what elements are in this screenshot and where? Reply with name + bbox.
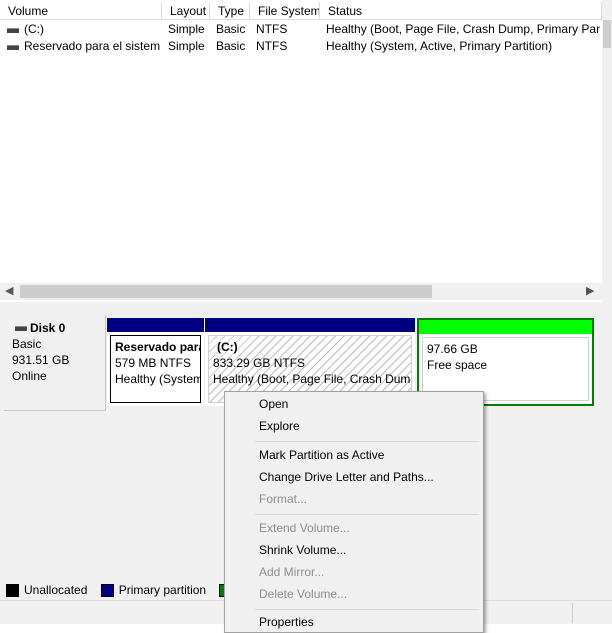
disk-type: Basic — [12, 337, 42, 351]
partition-name: (C:) — [217, 340, 238, 354]
partition-color-bar — [107, 318, 204, 332]
vertical-scrollbar[interactable] — [602, 0, 612, 302]
table-row[interactable]: Reservado para el sistema Simple Basic N… — [0, 38, 600, 55]
column-header-file-system[interactable]: File System — [250, 2, 320, 20]
column-header-volume[interactable]: Volume — [0, 2, 162, 20]
menu-item-explore[interactable]: Explore — [259, 419, 300, 433]
column-header-status[interactable]: Status — [320, 2, 602, 20]
partition-color-bar — [419, 320, 592, 334]
volume-drive-icon — [7, 28, 19, 33]
volume-file-system: NTFS — [256, 39, 288, 53]
volume-layout: Simple — [168, 22, 205, 36]
volume-file-system: NTFS — [256, 22, 288, 36]
menu-separator — [255, 441, 479, 442]
volume-type: Basic — [216, 22, 246, 36]
menu-item-add-mirror: Add Mirror... — [259, 565, 325, 579]
menu-item-extend-volume: Extend Volume... — [259, 521, 350, 535]
volume-name: Reservado para el sistema — [24, 39, 160, 53]
volume-layout: Simple — [168, 39, 205, 53]
partition-size: 579 MB NTFS — [115, 356, 192, 370]
disk-0-label[interactable]: Disk 0 Basic 931.51 GB Online — [4, 316, 106, 411]
partition-status: Free space — [427, 358, 488, 372]
table-row[interactable]: (C:) Simple Basic NTFS Healthy (Boot, Pa… — [0, 21, 600, 38]
volume-status: Healthy (Boot, Page File, Crash Dump, Pr… — [326, 22, 600, 36]
legend: Unallocated Primary partition E — [6, 582, 255, 598]
status-bar-separator — [572, 603, 573, 623]
legend-label: Primary partition — [118, 582, 207, 597]
vertical-scroll-thumb[interactable] — [603, 20, 611, 48]
legend-swatch — [6, 583, 19, 597]
horizontal-scrollbar[interactable]: ◀ ▶ — [0, 283, 602, 300]
partition-status: Healthy (System, Active, Primary Partiti… — [115, 372, 200, 386]
partition-size: 97.66 GB — [427, 342, 478, 356]
menu-separator — [255, 514, 479, 515]
menu-item-mark-active[interactable]: Mark Partition as Active — [259, 448, 384, 462]
partition-name: Reservado para el sistema — [115, 340, 200, 354]
partition-reserved[interactable]: Reservado para el sistema 579 MB NTFS He… — [107, 318, 204, 406]
menu-item-format: Format... — [259, 492, 308, 506]
column-header-layout[interactable]: Layout — [162, 2, 210, 20]
disk-size: 931.51 GB — [12, 353, 70, 367]
column-header-type[interactable]: Type — [210, 2, 250, 20]
legend-item-unallocated: Unallocated — [6, 583, 87, 597]
volume-type: Basic — [216, 39, 246, 53]
menu-item-change-drive-letter[interactable]: Change Drive Letter and Paths... — [259, 470, 434, 484]
scroll-thumb[interactable] — [20, 285, 432, 298]
context-menu: Open Explore Mark Partition as Active Ch… — [224, 391, 484, 633]
menu-item-open[interactable]: Open — [259, 397, 288, 411]
partition-status: Healthy (Boot, Page File, Crash Dump, Pr… — [213, 372, 411, 386]
volume-status: Healthy (System, Active, Primary Partiti… — [326, 39, 553, 53]
legend-swatch — [100, 583, 114, 597]
menu-item-properties[interactable]: Properties — [259, 615, 314, 629]
volume-drive-icon — [7, 45, 19, 50]
volume-list-pane: Volume Layout Type File System Status (C… — [0, 0, 602, 302]
menu-item-shrink-volume[interactable]: Shrink Volume... — [259, 543, 346, 557]
partition-body: Reservado para el sistema 579 MB NTFS He… — [110, 335, 201, 403]
legend-item-primary: Primary partition — [100, 582, 207, 597]
partition-size: 833.29 GB NTFS — [213, 356, 306, 370]
disk-state: Online — [12, 369, 47, 383]
scroll-left-icon[interactable]: ◀ — [5, 284, 13, 297]
scroll-right-icon[interactable]: ▶ — [586, 284, 594, 297]
menu-separator — [255, 609, 479, 610]
disk-name: Disk 0 — [30, 321, 66, 335]
disk-icon — [15, 326, 27, 331]
menu-item-delete-volume: Delete Volume... — [259, 587, 348, 601]
legend-label: Unallocated — [24, 582, 88, 597]
volume-name: (C:) — [24, 22, 44, 36]
partition-color-bar — [205, 318, 415, 332]
